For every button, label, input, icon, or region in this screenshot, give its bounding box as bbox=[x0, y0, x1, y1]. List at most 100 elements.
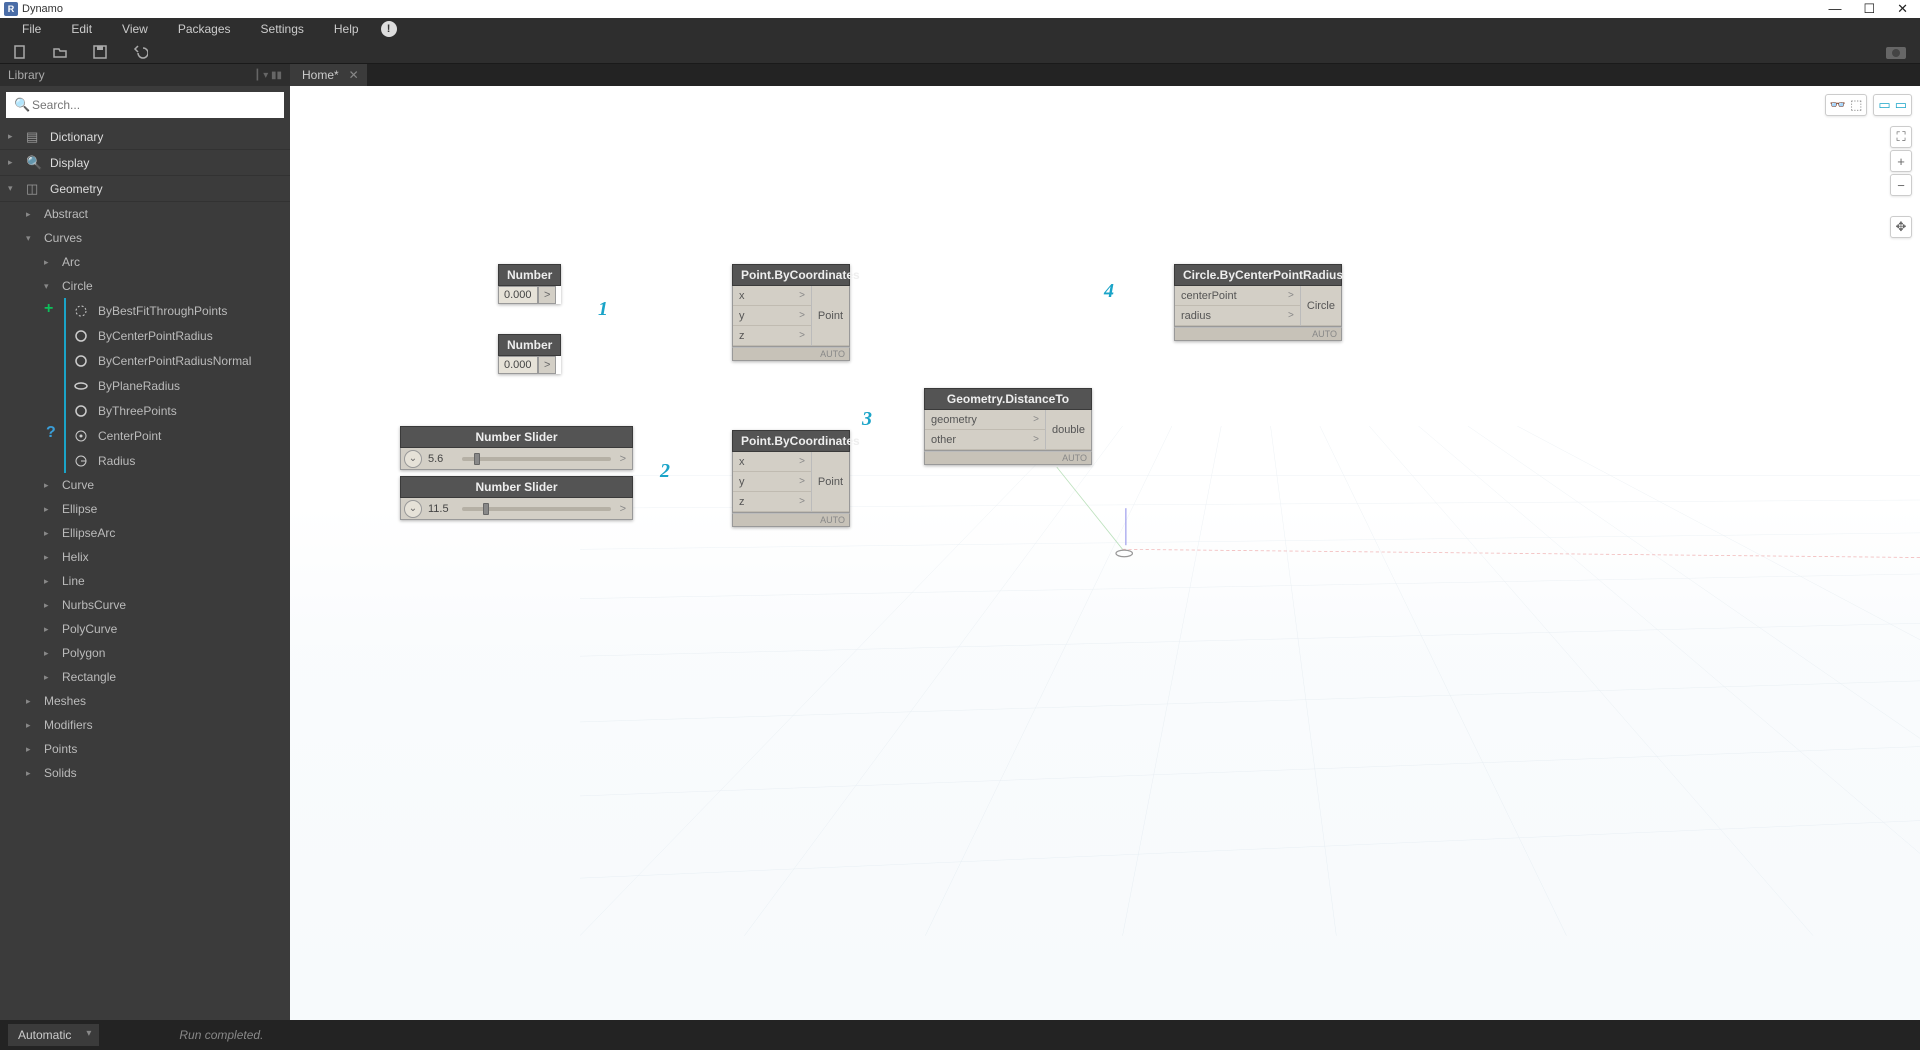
input-port-z[interactable]: z> bbox=[733, 326, 811, 346]
lib-sub-ellipsearc[interactable]: ▸EllipseArc bbox=[36, 521, 290, 545]
lib-circle-bycenterpointradius[interactable]: ByCenterPointRadius bbox=[66, 323, 290, 348]
lib-circle-byplaneradius[interactable]: ByPlaneRadius bbox=[66, 373, 290, 398]
help-icon[interactable]: ? bbox=[46, 424, 56, 442]
input-port-x[interactable]: x> bbox=[733, 452, 811, 472]
node-number-2[interactable]: Number 0.000 > bbox=[498, 334, 561, 374]
node-number-1[interactable]: Number 0.000 > bbox=[498, 264, 561, 304]
tab-home[interactable]: Home* ✕ bbox=[290, 64, 367, 86]
lib-cat-dictionary[interactable]: ▸▤Dictionary bbox=[0, 124, 290, 150]
new-file-icon[interactable] bbox=[12, 44, 28, 60]
lib-sub-ellipse[interactable]: ▸Ellipse bbox=[36, 497, 290, 521]
open-file-icon[interactable] bbox=[52, 44, 68, 60]
save-icon[interactable] bbox=[92, 44, 108, 60]
fit-icon[interactable]: ⛶ bbox=[1890, 126, 1912, 148]
pan-icon[interactable]: ✥ bbox=[1890, 216, 1912, 238]
lib-sub-solids[interactable]: ▸Solids bbox=[18, 761, 290, 785]
output-port-point[interactable]: Point bbox=[812, 452, 849, 512]
output-port[interactable]: > bbox=[617, 453, 629, 465]
input-port-other[interactable]: other> bbox=[925, 430, 1045, 450]
lib-sub-rectangle[interactable]: ▸Rectangle bbox=[36, 665, 290, 689]
lib-sub-circle[interactable]: ▾Circle bbox=[36, 274, 290, 298]
lib-sub-nurbscurve[interactable]: ▸NurbsCurve bbox=[36, 593, 290, 617]
lib-sub-curve[interactable]: ▸Curve bbox=[36, 473, 290, 497]
node-icon[interactable]: ▭ bbox=[1878, 97, 1890, 113]
input-port-y[interactable]: y> bbox=[733, 306, 811, 326]
library-tree[interactable]: ▸▤Dictionary ▸🔍Display ▾◫Geometry ▸Abstr… bbox=[0, 124, 290, 1020]
library-header: Library ┃ ▾ ▮▮ bbox=[0, 64, 290, 86]
tab-close-icon[interactable]: ✕ bbox=[349, 68, 359, 82]
slider-value[interactable]: 5.6 bbox=[428, 453, 456, 465]
menu-settings[interactable]: Settings bbox=[247, 20, 318, 38]
lib-sub-polygon[interactable]: ▸Polygon bbox=[36, 641, 290, 665]
menu-view[interactable]: View bbox=[108, 20, 162, 38]
lib-sub-line[interactable]: ▸Line bbox=[36, 569, 290, 593]
lib-sub-modifiers[interactable]: ▸Modifiers bbox=[18, 713, 290, 737]
lib-label: Dictionary bbox=[50, 130, 103, 144]
number-input[interactable]: 0.000 bbox=[498, 356, 538, 374]
undo-icon[interactable] bbox=[132, 44, 148, 60]
lib-circle-bycenterpointradiusnormal[interactable]: ByCenterPointRadiusNormal bbox=[66, 348, 290, 373]
lib-circle-radius[interactable]: Radius bbox=[66, 448, 290, 473]
menu-edit[interactable]: Edit bbox=[57, 20, 106, 38]
glasses-icon[interactable]: 👓 bbox=[1830, 97, 1846, 113]
node-circle[interactable]: Circle.ByCenterPointRadius centerPoint> … bbox=[1174, 264, 1342, 341]
input-port-centerpoint[interactable]: centerPoint> bbox=[1175, 286, 1300, 306]
zoom-out-icon[interactable]: − bbox=[1890, 174, 1912, 196]
lib-cat-display[interactable]: ▸🔍Display bbox=[0, 150, 290, 176]
lib-sub-polycurve[interactable]: ▸PolyCurve bbox=[36, 617, 290, 641]
zoom-in-icon[interactable]: + bbox=[1890, 150, 1912, 172]
search-input[interactable] bbox=[6, 92, 284, 118]
menu-packages[interactable]: Packages bbox=[164, 20, 245, 38]
input-port-z[interactable]: z> bbox=[733, 492, 811, 512]
number-input[interactable]: 0.000 bbox=[498, 286, 538, 304]
output-port-double[interactable]: double bbox=[1046, 410, 1091, 450]
node-title: Point.ByCoordinates bbox=[732, 264, 850, 286]
lib-sub-helix[interactable]: ▸Helix bbox=[36, 545, 290, 569]
input-port-y[interactable]: y> bbox=[733, 472, 811, 492]
menu-file[interactable]: File bbox=[8, 20, 55, 38]
input-port-radius[interactable]: radius> bbox=[1175, 306, 1300, 326]
wire-label-2: 2 bbox=[660, 460, 670, 483]
output-port[interactable]: > bbox=[538, 356, 556, 374]
lib-sub-arc[interactable]: ▸Arc bbox=[36, 250, 290, 274]
box-icon[interactable]: ⬚ bbox=[1850, 97, 1862, 113]
run-mode-dropdown[interactable]: Automatic bbox=[8, 1024, 99, 1046]
lib-circle-bythreepoints[interactable]: ByThreePoints bbox=[66, 398, 290, 423]
lib-sub-points[interactable]: ▸Points bbox=[18, 737, 290, 761]
expand-icon[interactable]: ⌄ bbox=[404, 500, 422, 518]
lib-sub-abstract[interactable]: ▸Abstract bbox=[18, 202, 290, 226]
lib-circle-centerpoint[interactable]: CenterPoint bbox=[66, 423, 290, 448]
minimize-icon[interactable]: — bbox=[1828, 1, 1841, 17]
view-3d-buttons[interactable]: 👓⬚ bbox=[1825, 94, 1867, 116]
alert-icon[interactable]: ! bbox=[381, 21, 397, 37]
output-port[interactable]: > bbox=[617, 503, 629, 515]
close-icon[interactable]: ✕ bbox=[1897, 1, 1908, 17]
view-graph-buttons[interactable]: ▭▭ bbox=[1873, 94, 1912, 116]
node-slider-2[interactable]: Number Slider ⌄ 11.5 > bbox=[400, 476, 633, 520]
lib-sub-curves[interactable]: ▾Curves bbox=[18, 226, 290, 250]
canvas-area[interactable]: Home* ✕ bbox=[290, 64, 1920, 1020]
expand-icon[interactable]: ⌄ bbox=[404, 450, 422, 468]
library-view-icons[interactable]: ┃ ▾ ▮▮ bbox=[254, 70, 282, 81]
lib-circle-bybestfit[interactable]: ByBestFitThroughPoints bbox=[66, 298, 290, 323]
lib-sub-meshes[interactable]: ▸Meshes bbox=[18, 689, 290, 713]
node-point-2[interactable]: Point.ByCoordinates x> y> z> Point AUTO bbox=[732, 430, 850, 527]
maximize-icon[interactable]: ☐ bbox=[1863, 1, 1875, 17]
screenshot-icon[interactable] bbox=[1884, 44, 1908, 60]
slider-track[interactable] bbox=[462, 457, 611, 461]
slider-value[interactable]: 11.5 bbox=[428, 503, 456, 515]
menu-help[interactable]: Help bbox=[320, 20, 373, 38]
output-port[interactable]: > bbox=[538, 286, 556, 304]
slider-track[interactable] bbox=[462, 507, 611, 511]
lib-cat-geometry[interactable]: ▾◫Geometry bbox=[0, 176, 290, 202]
node-slider-1[interactable]: Number Slider ⌄ 5.6 > bbox=[400, 426, 633, 470]
node-title: Number Slider bbox=[400, 426, 633, 448]
node-point-1[interactable]: Point.ByCoordinates x> y> z> Point AUTO bbox=[732, 264, 850, 361]
output-port-circle[interactable]: Circle bbox=[1301, 286, 1341, 326]
node-distance[interactable]: Geometry.DistanceTo geometry> other> dou… bbox=[924, 388, 1092, 465]
input-port-geometry[interactable]: geometry> bbox=[925, 410, 1045, 430]
output-port-point[interactable]: Point bbox=[812, 286, 849, 346]
input-port-x[interactable]: x> bbox=[733, 286, 811, 306]
add-icon[interactable]: + bbox=[44, 300, 53, 318]
node2-icon[interactable]: ▭ bbox=[1895, 97, 1907, 113]
